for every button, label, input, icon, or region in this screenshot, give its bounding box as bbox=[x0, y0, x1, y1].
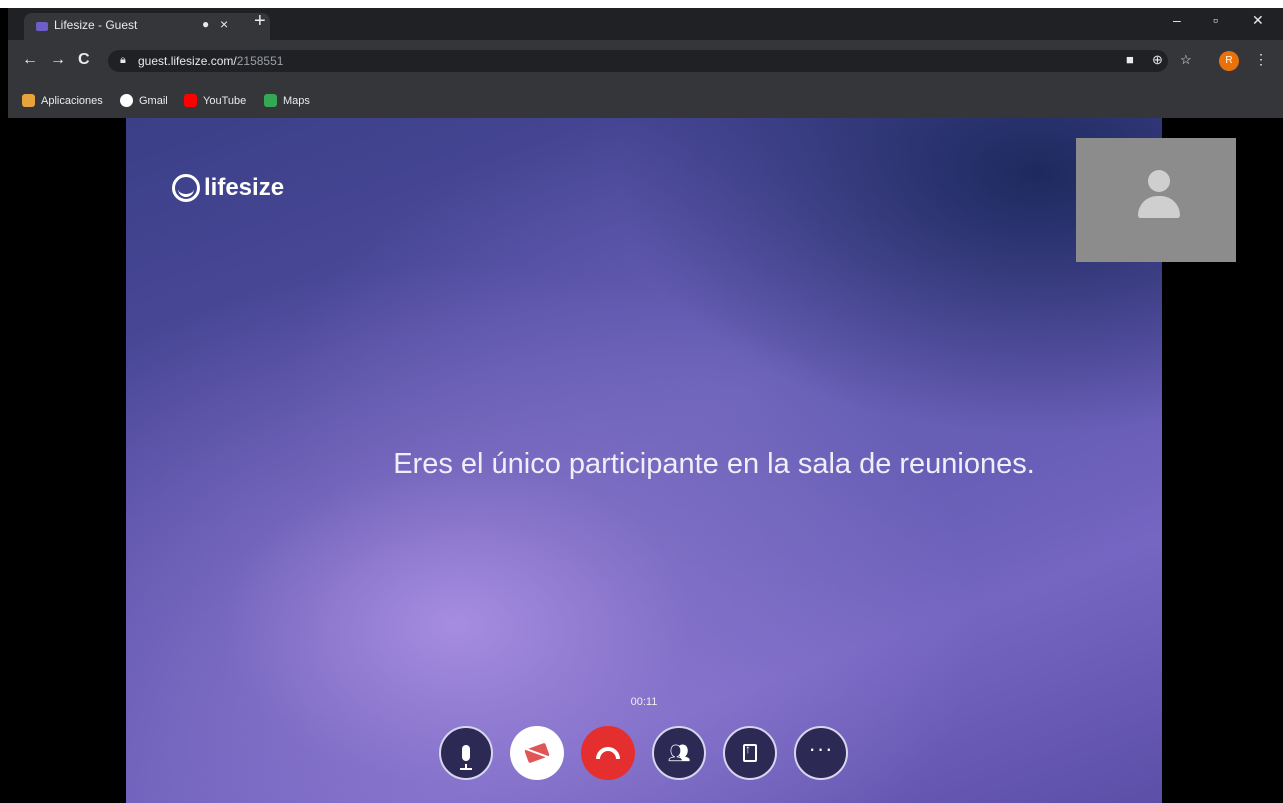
share-button[interactable] bbox=[723, 726, 777, 780]
url-path: 2158551 bbox=[236, 54, 284, 68]
new-tab-button[interactable]: + bbox=[254, 11, 266, 31]
lock-icon[interactable]: 🔒︎ bbox=[120, 54, 126, 67]
minimize-button[interactable]: – bbox=[1173, 12, 1181, 28]
mic-button[interactable] bbox=[439, 726, 493, 780]
window-top-edge bbox=[0, 0, 1283, 8]
bookmarks-bar: Aplicaciones Gmail YouTube Maps bbox=[8, 84, 1283, 118]
bookmark-apps[interactable]: Aplicaciones bbox=[22, 94, 103, 107]
participants-button[interactable]: 👥︎ bbox=[652, 726, 706, 780]
tab-close-icon[interactable]: × bbox=[220, 16, 228, 32]
cast-icon[interactable]: ⊕ bbox=[1152, 52, 1163, 68]
gmail-icon bbox=[120, 94, 133, 107]
bookmark-label: Maps bbox=[283, 94, 310, 107]
tab-title: Lifesize - Guest bbox=[54, 18, 138, 32]
microphone-icon bbox=[460, 745, 472, 770]
share-screen-icon bbox=[743, 742, 757, 762]
more-dots-icon: ··· bbox=[808, 736, 834, 761]
profile-avatar[interactable]: R bbox=[1219, 51, 1239, 71]
lifesize-logo: lifesize bbox=[172, 174, 284, 202]
page-content: lifesize Eres el único participante en l… bbox=[8, 118, 1283, 803]
hangup-button[interactable] bbox=[581, 726, 635, 780]
phone-hangup-icon bbox=[596, 747, 620, 759]
restore-button[interactable]: ▫ bbox=[1213, 12, 1218, 28]
self-view-tile[interactable] bbox=[1076, 138, 1236, 262]
bookmark-star-icon[interactable]: ☆ bbox=[1180, 52, 1192, 68]
apps-grid-icon bbox=[22, 94, 35, 107]
camera-off-icon bbox=[524, 742, 550, 764]
close-window-button[interactable]: ✕ bbox=[1252, 12, 1264, 29]
more-button[interactable]: ··· bbox=[794, 726, 848, 780]
bookmark-youtube[interactable]: YouTube bbox=[184, 94, 246, 107]
bookmark-label: Aplicaciones bbox=[41, 94, 103, 107]
bookmark-gmail[interactable]: Gmail bbox=[120, 94, 168, 107]
url-host: guest.lifesize.com/ bbox=[138, 54, 237, 68]
speaker-icon[interactable]: ● bbox=[202, 17, 209, 31]
user-silhouette-icon bbox=[1138, 170, 1180, 230]
brand-name: lifesize bbox=[204, 174, 285, 201]
call-timer-text: 00:11 bbox=[630, 696, 658, 708]
address-bar[interactable]: 🔒︎ guest.lifesize.com/2158551 bbox=[108, 50, 1168, 72]
lifesize-logo-icon bbox=[172, 174, 200, 202]
bookmark-maps[interactable]: Maps bbox=[264, 94, 310, 107]
youtube-icon bbox=[184, 94, 197, 107]
reload-button[interactable]: C bbox=[78, 51, 90, 69]
back-button[interactable]: ← bbox=[22, 51, 38, 69]
camera-indicator-icon[interactable]: ■ bbox=[1126, 52, 1134, 67]
tab-lifesize[interactable]: Lifesize - Guest ● × bbox=[24, 13, 270, 40]
call-timer: 00:11 bbox=[126, 696, 1162, 708]
people-icon: 👥︎ bbox=[667, 743, 691, 763]
url-text[interactable]: guest.lifesize.com/2158551 bbox=[138, 54, 283, 68]
lifesize-favicon-icon bbox=[36, 22, 48, 31]
forward-button[interactable]: → bbox=[50, 51, 66, 69]
browser-menu-icon[interactable]: ⋮ bbox=[1254, 51, 1268, 68]
browser-toolbar: ← → C 🔒︎ guest.lifesize.com/2158551 ■ ⊕ … bbox=[8, 40, 1283, 84]
bookmark-label: YouTube bbox=[203, 94, 247, 107]
tab-strip: Lifesize - Guest ● × + – ▫ ✕ bbox=[8, 8, 1283, 40]
bookmark-label: Gmail bbox=[139, 94, 168, 107]
maps-icon bbox=[264, 94, 277, 107]
call-stage: lifesize Eres el único participante en l… bbox=[126, 118, 1162, 803]
alone-message: Eres el único participante en la sala de… bbox=[393, 448, 1035, 480]
camera-button[interactable] bbox=[510, 726, 564, 780]
